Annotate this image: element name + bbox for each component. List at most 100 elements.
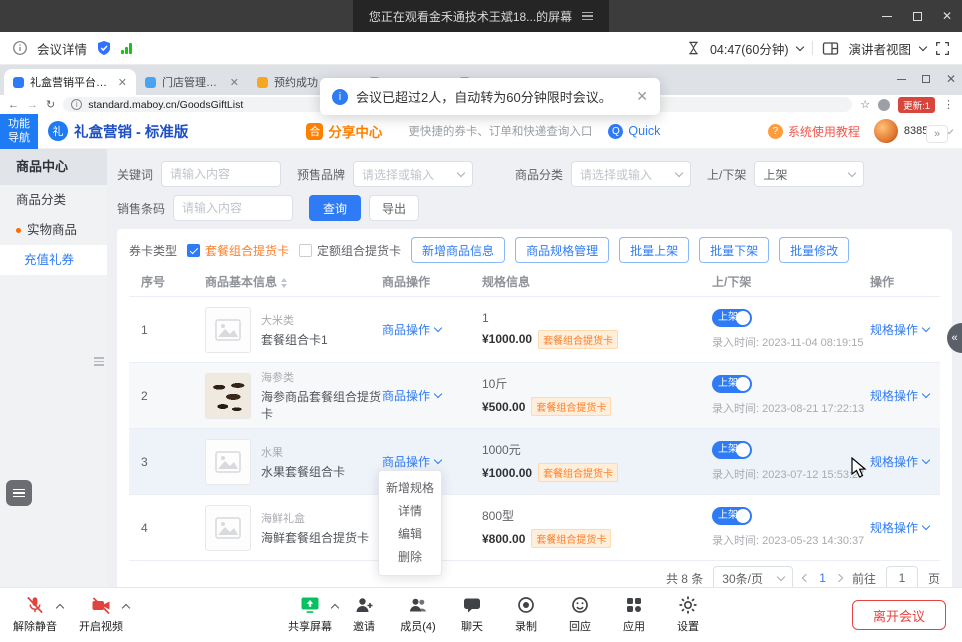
- settings-button[interactable]: 设置: [661, 594, 715, 634]
- hamburger-icon[interactable]: [582, 12, 593, 21]
- maximize-button[interactable]: [902, 0, 932, 32]
- view-mode-button[interactable]: 演讲者视图: [848, 39, 911, 58]
- site-info-icon[interactable]: i: [71, 99, 82, 110]
- update-badge[interactable]: 更新:1: [898, 97, 935, 113]
- app-title: 礼盒营销 - 标准版: [74, 121, 188, 142]
- sidebar-collapse-handle[interactable]: [94, 357, 104, 366]
- sort-icon[interactable]: [281, 278, 287, 288]
- security-shield-icon[interactable]: [96, 40, 112, 56]
- browser-close-icon[interactable]: ✕: [946, 72, 956, 86]
- start-video-button[interactable]: 开启视频: [74, 594, 128, 634]
- browser-tab[interactable]: 门店管理中心 ✕: [136, 69, 248, 95]
- invite-button[interactable]: 邀请: [337, 594, 391, 634]
- spec-action-link[interactable]: 规格操作: [870, 321, 934, 338]
- sidebar-item-gift-voucher[interactable]: 充值礼券: [0, 245, 107, 275]
- apps-button[interactable]: 应用: [607, 594, 661, 634]
- current-page[interactable]: 1: [819, 571, 826, 585]
- status-select[interactable]: 上架: [754, 161, 864, 187]
- on-shelf-toggle[interactable]: 上架: [712, 507, 752, 525]
- batch-edit-button[interactable]: 批量修改: [779, 237, 849, 263]
- on-shelf-toggle[interactable]: 上架: [712, 309, 752, 327]
- tab-close-icon[interactable]: ✕: [230, 76, 239, 89]
- share-center-link[interactable]: 合 分享中心: [306, 121, 382, 141]
- forward-icon[interactable]: →: [27, 99, 38, 111]
- brand-select[interactable]: 请选择或输入: [353, 161, 473, 187]
- menu-item-add-spec[interactable]: 新增规格: [379, 477, 441, 500]
- category-select[interactable]: 请选择或输入: [571, 161, 691, 187]
- members-button[interactable]: 成员(4): [391, 594, 445, 634]
- spec-action-label: 规格操作: [870, 321, 918, 338]
- chat-button[interactable]: 聊天: [445, 594, 499, 634]
- next-page-button[interactable]: [835, 574, 843, 582]
- sidebar-item-physical-goods[interactable]: 实物商品: [0, 215, 107, 245]
- video-options-chevron-icon[interactable]: [122, 604, 130, 612]
- spec-action-link[interactable]: 规格操作: [870, 453, 934, 470]
- quick-search-link[interactable]: Q Quick: [608, 124, 660, 139]
- image-placeholder-icon: [215, 451, 241, 473]
- menu-item-edit[interactable]: 编辑: [379, 523, 441, 546]
- product-action-link[interactable]: 商品操作: [382, 321, 482, 338]
- entry-time: 录入时间: 2023-11-04 08:19:15: [712, 334, 870, 350]
- product-action-link[interactable]: 商品操作: [382, 453, 482, 470]
- meeting-details-button[interactable]: 会议详情: [37, 39, 87, 58]
- refresh-icon[interactable]: ↻: [46, 98, 55, 111]
- leave-meeting-button[interactable]: 离开会议: [852, 600, 946, 630]
- menu-item-detail[interactable]: 详情: [379, 500, 441, 523]
- product-action-label: 商品操作: [382, 321, 430, 338]
- reaction-button[interactable]: 回应: [553, 594, 607, 634]
- back-icon[interactable]: ←: [8, 99, 19, 111]
- product-action-label: 商品操作: [382, 387, 430, 404]
- timer-dropdown-chevron-icon[interactable]: [796, 42, 804, 50]
- spec-action-link[interactable]: 规格操作: [870, 387, 934, 404]
- star-icon[interactable]: ☆: [860, 98, 870, 111]
- prev-page-button[interactable]: [802, 574, 810, 582]
- entry-time: 录入时间: 2023-08-21 17:22:13: [712, 400, 870, 416]
- meeting-toolbar: 解除静音 开启视频: [0, 587, 962, 642]
- view-dropdown-chevron-icon[interactable]: [919, 42, 927, 50]
- minimize-button[interactable]: [872, 0, 902, 32]
- spec-manage-button[interactable]: 商品规格管理: [515, 237, 609, 263]
- unmute-button[interactable]: 解除静音: [8, 594, 62, 634]
- close-icon: ✕: [942, 9, 952, 23]
- spec-value: 1000元: [482, 441, 712, 458]
- close-button[interactable]: ✕: [932, 0, 962, 32]
- barcode-input[interactable]: [173, 195, 293, 221]
- browser-minimize-icon[interactable]: [897, 79, 906, 80]
- image-placeholder-icon: [215, 517, 241, 539]
- toast-close-icon[interactable]: ✕: [636, 88, 648, 105]
- tutorial-link[interactable]: ? 系统使用教程: [768, 123, 860, 140]
- browser-maximize-icon[interactable]: [922, 75, 930, 83]
- spec-action-link[interactable]: 规格操作: [870, 519, 934, 536]
- batch-on-shelf-button[interactable]: 批量上架: [619, 237, 689, 263]
- checkbox-fixed-card[interactable]: 定额组合提货卡: [299, 242, 401, 259]
- keyword-input[interactable]: [161, 161, 281, 187]
- panel-collapse-button[interactable]: »: [926, 125, 948, 143]
- product-action-link[interactable]: 商品操作: [382, 387, 482, 404]
- mic-options-chevron-icon[interactable]: [56, 604, 64, 612]
- browser-menu-icon[interactable]: ⋮: [943, 98, 954, 111]
- tab-close-icon[interactable]: ✕: [118, 76, 127, 89]
- network-signal-icon[interactable]: [121, 43, 132, 54]
- page-size-select[interactable]: 30条/页: [713, 566, 793, 587]
- product-category: 海参类: [261, 369, 382, 385]
- fullscreen-icon[interactable]: [935, 41, 950, 56]
- goto-page-input[interactable]: [886, 566, 918, 587]
- function-nav-button[interactable]: 功能 导航: [0, 114, 38, 149]
- on-shelf-toggle[interactable]: 上架: [712, 441, 752, 459]
- chevron-down-icon: [848, 168, 856, 176]
- batch-off-shelf-button[interactable]: 批量下架: [699, 237, 769, 263]
- card-toolbar: 券卡类型 套餐组合提货卡 定额组合提货卡 新增商品信息 商品规格管理 批量上架 …: [129, 237, 940, 263]
- export-button[interactable]: 导出: [369, 195, 419, 221]
- search-icon: Q: [608, 124, 623, 139]
- checkbox-combo-card[interactable]: 套餐组合提货卡: [187, 242, 289, 259]
- sidebar-item-category[interactable]: 商品分类: [0, 185, 107, 215]
- browser-tab[interactable]: 礼盒营销平台管理中心 ✕: [4, 69, 136, 95]
- annotation-tool-button[interactable]: [6, 480, 32, 506]
- menu-item-delete[interactable]: 删除: [379, 546, 441, 569]
- add-product-button[interactable]: 新增商品信息: [411, 237, 505, 263]
- share-screen-button[interactable]: 共享屏幕: [283, 594, 337, 634]
- profile-icon[interactable]: [878, 99, 890, 111]
- on-shelf-toggle[interactable]: 上架: [712, 375, 752, 393]
- record-button[interactable]: 录制: [499, 594, 553, 634]
- search-button[interactable]: 查询: [309, 195, 361, 221]
